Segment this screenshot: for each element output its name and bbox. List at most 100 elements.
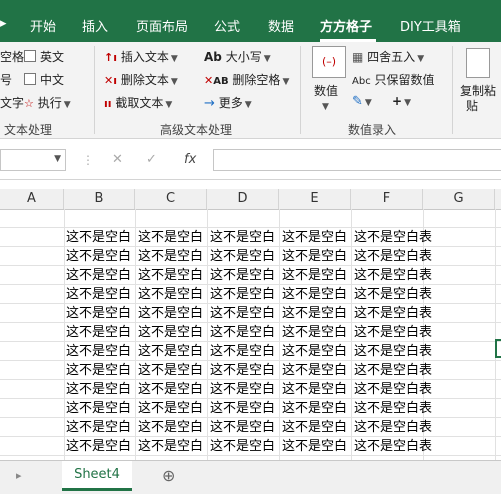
tab-page-layout[interactable]: 页面布局 — [136, 16, 188, 35]
cell[interactable]: 这不是空白 — [282, 228, 352, 247]
cell[interactable]: 这不是空白 — [282, 418, 352, 437]
cell[interactable]: 这不是空白 — [66, 323, 136, 342]
cell[interactable]: 这不是空白表 — [354, 285, 474, 304]
column-header-b[interactable]: B — [64, 189, 135, 209]
cell[interactable]: 这不是空白 — [66, 437, 136, 456]
scroll-left-icon[interactable]: ▸ — [16, 469, 22, 482]
cell[interactable]: 这不是空白 — [138, 266, 208, 285]
cell[interactable]: 这不是空白 — [66, 361, 136, 380]
cell[interactable]: 这不是空白 — [138, 304, 208, 323]
add-sheet-icon[interactable]: ⊕ — [162, 466, 175, 485]
case-button[interactable]: Ab 大小写 ▼ — [204, 48, 271, 65]
tab-formulas[interactable]: 公式 — [214, 16, 240, 35]
cell[interactable]: 这不是空白 — [66, 285, 136, 304]
name-box[interactable]: ▼ — [0, 149, 66, 171]
edit-button[interactable]: ✎ ▼ — [352, 94, 372, 109]
delete-text-button[interactable]: ✕ı 删除文本 ▼ — [104, 71, 178, 88]
column-header-a[interactable]: A — [0, 189, 64, 209]
cell[interactable]: 这不是空白 — [282, 247, 352, 266]
ribbon-partial-1[interactable]: 空格 — [0, 48, 24, 65]
numeric-button[interactable]: 数值 — [314, 82, 338, 99]
cell[interactable]: 这不是空白 — [138, 418, 208, 437]
cell[interactable]: 这不是空白表 — [354, 304, 474, 323]
cell[interactable]: 这不是空白 — [66, 342, 136, 361]
cell[interactable]: 这不是空白表 — [354, 361, 474, 380]
chinese-option[interactable]: 中文 — [24, 71, 64, 88]
execute-button[interactable]: ☆ 执行 ▼ — [24, 94, 71, 111]
formula-input[interactable] — [213, 149, 501, 171]
cell[interactable]: 这不是空白 — [282, 266, 352, 285]
insert-text-button[interactable]: ↑ı 插入文本 ▼ — [104, 48, 178, 65]
cell[interactable]: 这不是空白表 — [354, 342, 474, 361]
column-header-c[interactable]: C — [135, 189, 207, 209]
more-button[interactable]: → 更多 ▼ — [204, 94, 252, 111]
english-checkbox[interactable] — [24, 50, 36, 62]
cell[interactable]: 这不是空白表 — [354, 266, 474, 285]
cell[interactable]: 这不是空白 — [138, 285, 208, 304]
chevron-down-icon[interactable]: ▼ — [54, 154, 61, 164]
cell[interactable]: 这不是空白表 — [354, 228, 474, 247]
column-header-g[interactable]: G — [423, 189, 495, 209]
cell[interactable]: 这不是空白表 — [354, 247, 474, 266]
confirm-icon[interactable]: ✓ — [146, 152, 157, 167]
cell[interactable]: 这不是空白 — [210, 247, 280, 266]
column-header-f[interactable]: F — [351, 189, 423, 209]
cell[interactable]: 这不是空白 — [210, 266, 280, 285]
tab-diy-toolbox[interactable]: DIY工具箱 — [400, 16, 461, 35]
cell[interactable]: 这不是空白 — [210, 304, 280, 323]
cell[interactable]: 这不是空白 — [66, 418, 136, 437]
copy-paste-label-2[interactable]: 贴 — [466, 97, 478, 114]
cell[interactable]: 这不是空白 — [66, 266, 136, 285]
sheet-tab-sheet4[interactable]: Sheet4 — [62, 461, 132, 491]
chevron-down-icon[interactable]: ▼ — [320, 98, 329, 112]
cell[interactable]: 这不是空白 — [138, 228, 208, 247]
tab-partial[interactable]: ▸ — [0, 16, 7, 31]
drag-handle-icon[interactable]: ⋮ — [82, 153, 94, 167]
cell[interactable]: 这不是空白 — [138, 437, 208, 456]
cell[interactable]: 这不是空白 — [66, 399, 136, 418]
cell[interactable]: 这不是空白表 — [354, 399, 474, 418]
cancel-icon[interactable]: ✕ — [112, 152, 123, 167]
cell[interactable]: 这不是空白 — [282, 285, 352, 304]
column-header-d[interactable]: D — [207, 189, 279, 209]
cell[interactable]: 这不是空白 — [210, 418, 280, 437]
keep-numeric-button[interactable]: Abc 只保留数值 — [352, 71, 435, 88]
cell[interactable]: 这不是空白 — [138, 323, 208, 342]
cell[interactable]: 这不是空白 — [138, 380, 208, 399]
cell[interactable]: 这不是空白 — [66, 247, 136, 266]
chinese-checkbox[interactable] — [24, 73, 36, 85]
cell[interactable]: 这不是空白 — [138, 399, 208, 418]
cell[interactable]: 这不是空白 — [282, 399, 352, 418]
tab-home[interactable]: 开始 — [30, 16, 56, 35]
cell[interactable]: 这不是空白 — [210, 361, 280, 380]
tab-insert[interactable]: 插入 — [82, 16, 108, 35]
cell[interactable]: 这不是空白 — [282, 342, 352, 361]
ribbon-partial-3[interactable]: 文字 — [0, 94, 24, 111]
tab-fangfang[interactable]: 方方格子 — [320, 16, 372, 35]
cell[interactable]: 这不是空白 — [210, 380, 280, 399]
cell[interactable]: 这不是空白表 — [354, 380, 474, 399]
fx-icon[interactable]: fx — [184, 152, 196, 167]
cell[interactable]: 这不是空白 — [282, 380, 352, 399]
cell-grid[interactable]: 这不是空白 这不是空白 这不是空白 这不是空白 这不是空白表 这不是空白 这不是空白 这不是空… — [0, 209, 501, 460]
add-button[interactable]: + ▼ — [392, 94, 411, 108]
cell[interactable]: 这不是空白表 — [354, 437, 474, 456]
cell[interactable]: 这不是空白 — [138, 247, 208, 266]
cell[interactable]: 这不是空白 — [210, 342, 280, 361]
cell[interactable]: 这不是空白 — [210, 228, 280, 247]
cell[interactable]: 这不是空白 — [66, 304, 136, 323]
round-button[interactable]: ▦ 四舍五入 ▼ — [352, 48, 424, 65]
delete-space-button[interactable]: ✕AB 删除空格 ▼ — [204, 71, 289, 88]
cell[interactable]: 这不是空白 — [138, 361, 208, 380]
ribbon-partial-2[interactable]: 号 — [0, 71, 12, 88]
cell[interactable]: 这不是空白 — [210, 285, 280, 304]
cell[interactable]: 这不是空白 — [282, 323, 352, 342]
cell[interactable]: 这不是空白 — [138, 342, 208, 361]
cell[interactable]: 这不是空白 — [210, 323, 280, 342]
tab-data[interactable]: 数据 — [268, 16, 294, 35]
cell[interactable]: 这不是空白 — [210, 437, 280, 456]
cell[interactable]: 这不是空白表 — [354, 418, 474, 437]
extract-text-button[interactable]: ıı 截取文本 ▼ — [104, 94, 172, 111]
cell[interactable]: 这不是空白 — [66, 380, 136, 399]
cell[interactable]: 这不是空白 — [210, 399, 280, 418]
